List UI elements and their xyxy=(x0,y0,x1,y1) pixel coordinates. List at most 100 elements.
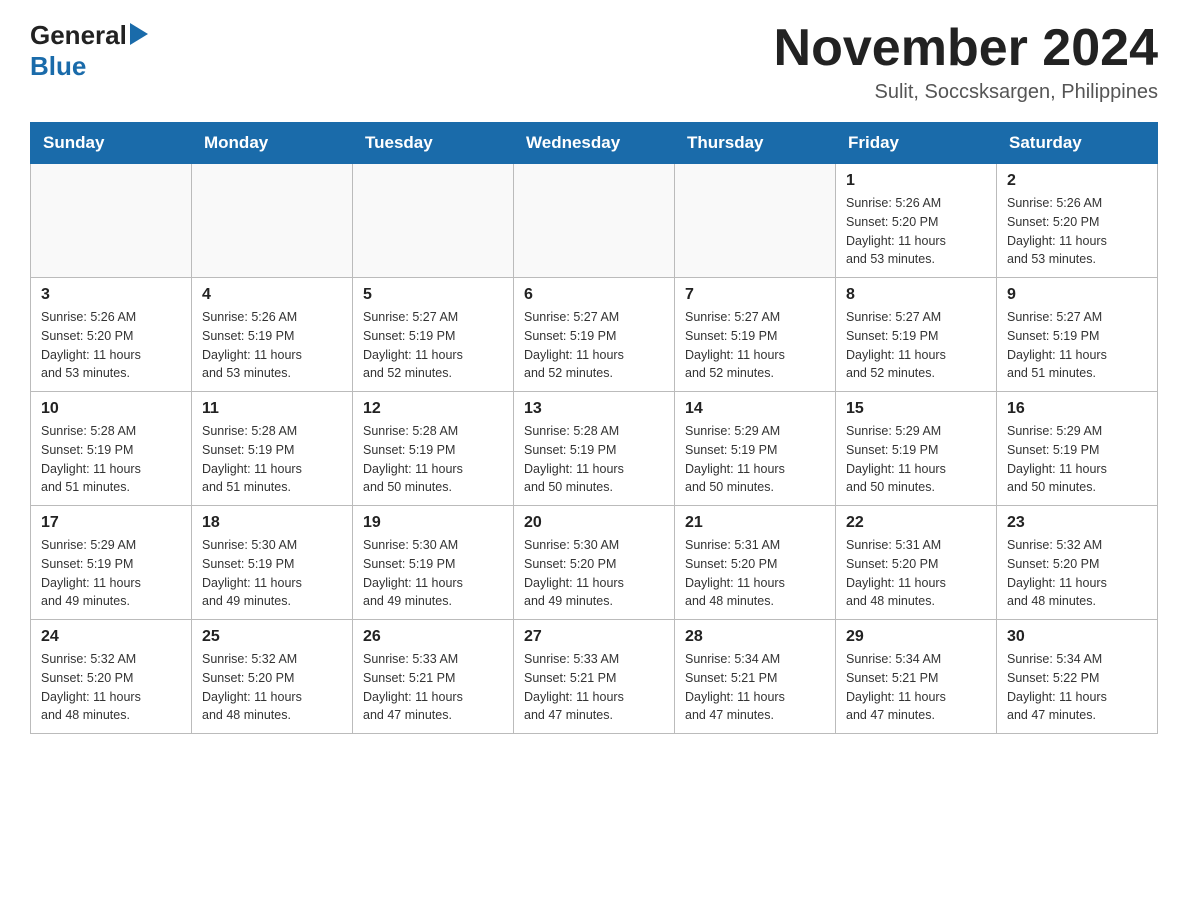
day-number: 5 xyxy=(363,286,503,304)
day-info: Sunrise: 5:27 AMSunset: 5:19 PMDaylight:… xyxy=(846,308,986,383)
table-row: 26 Sunrise: 5:33 AMSunset: 5:21 PMDayligh… xyxy=(353,620,514,734)
day-info: Sunrise: 5:28 AMSunset: 5:19 PMDaylight:… xyxy=(202,422,342,497)
day-info: Sunrise: 5:29 AMSunset: 5:19 PMDaylight:… xyxy=(1007,422,1147,497)
logo: General Blue xyxy=(30,20,148,82)
day-number: 7 xyxy=(685,286,825,304)
day-info: Sunrise: 5:29 AMSunset: 5:19 PMDaylight:… xyxy=(41,536,181,611)
day-info: Sunrise: 5:29 AMSunset: 5:19 PMDaylight:… xyxy=(685,422,825,497)
table-row xyxy=(353,164,514,278)
table-row: 6 Sunrise: 5:27 AMSunset: 5:19 PMDaylight… xyxy=(514,278,675,392)
day-info: Sunrise: 5:30 AMSunset: 5:19 PMDaylight:… xyxy=(363,536,503,611)
day-info: Sunrise: 5:29 AMSunset: 5:19 PMDaylight:… xyxy=(846,422,986,497)
day-number: 24 xyxy=(41,628,181,646)
day-info: Sunrise: 5:34 AMSunset: 5:21 PMDaylight:… xyxy=(846,650,986,725)
table-row: 21 Sunrise: 5:31 AMSunset: 5:20 PMDayligh… xyxy=(675,506,836,620)
table-row: 8Sunrise: 5:27 AMSunset: 5:19 PMDaylight… xyxy=(836,278,997,392)
day-info: Sunrise: 5:30 AMSunset: 5:19 PMDaylight:… xyxy=(202,536,342,611)
day-info: Sunrise: 5:31 AMSunset: 5:20 PMDaylight:… xyxy=(846,536,986,611)
table-row: 2 Sunrise: 5:26 AMSunset: 5:20 PMDaylight… xyxy=(997,164,1158,278)
calendar-header-row: Sunday Monday Tuesday Wednesday Thursday… xyxy=(31,123,1158,164)
day-info: Sunrise: 5:26 AMSunset: 5:20 PMDaylight:… xyxy=(1007,194,1147,269)
table-row: 3Sunrise: 5:26 AMSunset: 5:20 PMDaylight… xyxy=(31,278,192,392)
day-number: 12 xyxy=(363,400,503,418)
table-row xyxy=(514,164,675,278)
day-info: Sunrise: 5:26 AMSunset: 5:20 PMDaylight:… xyxy=(846,194,986,269)
day-info: Sunrise: 5:28 AMSunset: 5:19 PMDaylight:… xyxy=(363,422,503,497)
day-info: Sunrise: 5:28 AMSunset: 5:19 PMDaylight:… xyxy=(41,422,181,497)
day-number: 17 xyxy=(41,514,181,532)
day-number: 11 xyxy=(202,400,342,418)
table-row xyxy=(31,164,192,278)
table-row: 10 Sunrise: 5:28 AMSunset: 5:19 PMDayligh… xyxy=(31,392,192,506)
calendar-week-row: 24Sunrise: 5:32 AMSunset: 5:20 PMDayligh… xyxy=(31,620,1158,734)
day-number: 4 xyxy=(202,286,342,304)
day-number: 21 xyxy=(685,514,825,532)
day-info: Sunrise: 5:34 AMSunset: 5:22 PMDaylight:… xyxy=(1007,650,1147,725)
day-number: 25 xyxy=(202,628,342,646)
location-subtitle: Sulit, Soccsksargen, Philippines xyxy=(774,81,1158,104)
day-info: Sunrise: 5:26 AMSunset: 5:19 PMDaylight:… xyxy=(202,308,342,383)
calendar-table: Sunday Monday Tuesday Wednesday Thursday… xyxy=(30,122,1158,734)
table-row: 9Sunrise: 5:27 AMSunset: 5:19 PMDaylight… xyxy=(997,278,1158,392)
table-row: 1 Sunrise: 5:26 AMSunset: 5:20 PMDaylight… xyxy=(836,164,997,278)
day-number: 16 xyxy=(1007,400,1147,418)
calendar-week-row: 1 Sunrise: 5:26 AMSunset: 5:20 PMDaylight… xyxy=(31,164,1158,278)
day-number: 9 xyxy=(1007,286,1147,304)
col-header-friday: Friday xyxy=(836,123,997,164)
day-number: 18 xyxy=(202,514,342,532)
table-row xyxy=(675,164,836,278)
day-number: 27 xyxy=(524,628,664,646)
day-number: 28 xyxy=(685,628,825,646)
table-row: 13 Sunrise: 5:28 AMSunset: 5:19 PMDayligh… xyxy=(514,392,675,506)
month-year-title: November 2024 xyxy=(774,20,1158,77)
col-header-monday: Monday xyxy=(192,123,353,164)
calendar-week-row: 3Sunrise: 5:26 AMSunset: 5:20 PMDaylight… xyxy=(31,278,1158,392)
table-row: 12 Sunrise: 5:28 AMSunset: 5:19 PMDayligh… xyxy=(353,392,514,506)
day-info: Sunrise: 5:33 AMSunset: 5:21 PMDaylight:… xyxy=(363,650,503,725)
day-number: 2 xyxy=(1007,172,1147,190)
table-row: 15 Sunrise: 5:29 AMSunset: 5:19 PMDayligh… xyxy=(836,392,997,506)
day-info: Sunrise: 5:27 AMSunset: 5:19 PMDaylight:… xyxy=(685,308,825,383)
calendar-week-row: 10 Sunrise: 5:28 AMSunset: 5:19 PMDayligh… xyxy=(31,392,1158,506)
table-row: 19 Sunrise: 5:30 AMSunset: 5:19 PMDayligh… xyxy=(353,506,514,620)
table-row: 4 Sunrise: 5:26 AMSunset: 5:19 PMDaylight… xyxy=(192,278,353,392)
day-number: 6 xyxy=(524,286,664,304)
day-info: Sunrise: 5:27 AMSunset: 5:19 PMDaylight:… xyxy=(524,308,664,383)
col-header-thursday: Thursday xyxy=(675,123,836,164)
table-row: 25Sunrise: 5:32 AMSunset: 5:20 PMDayligh… xyxy=(192,620,353,734)
col-header-sunday: Sunday xyxy=(31,123,192,164)
day-info: Sunrise: 5:26 AMSunset: 5:20 PMDaylight:… xyxy=(41,308,181,383)
day-number: 14 xyxy=(685,400,825,418)
day-info: Sunrise: 5:33 AMSunset: 5:21 PMDaylight:… xyxy=(524,650,664,725)
day-info: Sunrise: 5:28 AMSunset: 5:19 PMDaylight:… xyxy=(524,422,664,497)
day-info: Sunrise: 5:34 AMSunset: 5:21 PMDaylight:… xyxy=(685,650,825,725)
day-info: Sunrise: 5:27 AMSunset: 5:19 PMDaylight:… xyxy=(363,308,503,383)
col-header-tuesday: Tuesday xyxy=(353,123,514,164)
day-number: 30 xyxy=(1007,628,1147,646)
day-number: 10 xyxy=(41,400,181,418)
table-row: 27 Sunrise: 5:33 AMSunset: 5:21 PMDayligh… xyxy=(514,620,675,734)
table-row: 22 Sunrise: 5:31 AMSunset: 5:20 PMDayligh… xyxy=(836,506,997,620)
table-row: 23 Sunrise: 5:32 AMSunset: 5:20 PMDayligh… xyxy=(997,506,1158,620)
day-info: Sunrise: 5:32 AMSunset: 5:20 PMDaylight:… xyxy=(1007,536,1147,611)
day-number: 1 xyxy=(846,172,986,190)
table-row: 28 Sunrise: 5:34 AMSunset: 5:21 PMDayligh… xyxy=(675,620,836,734)
day-number: 19 xyxy=(363,514,503,532)
day-info: Sunrise: 5:30 AMSunset: 5:20 PMDaylight:… xyxy=(524,536,664,611)
table-row: 14 Sunrise: 5:29 AMSunset: 5:19 PMDayligh… xyxy=(675,392,836,506)
day-info: Sunrise: 5:31 AMSunset: 5:20 PMDaylight:… xyxy=(685,536,825,611)
day-number: 13 xyxy=(524,400,664,418)
day-number: 23 xyxy=(1007,514,1147,532)
col-header-wednesday: Wednesday xyxy=(514,123,675,164)
logo-blue-text: Blue xyxy=(30,51,86,81)
day-number: 29 xyxy=(846,628,986,646)
table-row: 30 Sunrise: 5:34 AMSunset: 5:22 PMDayligh… xyxy=(997,620,1158,734)
day-number: 15 xyxy=(846,400,986,418)
page-header: General Blue November 2024 Sulit, Soccsk… xyxy=(30,20,1158,104)
day-number: 22 xyxy=(846,514,986,532)
table-row: 7 Sunrise: 5:27 AMSunset: 5:19 PMDaylight… xyxy=(675,278,836,392)
table-row xyxy=(192,164,353,278)
table-row: 17 Sunrise: 5:29 AMSunset: 5:19 PMDayligh… xyxy=(31,506,192,620)
table-row: 5 Sunrise: 5:27 AMSunset: 5:19 PMDaylight… xyxy=(353,278,514,392)
day-number: 26 xyxy=(363,628,503,646)
